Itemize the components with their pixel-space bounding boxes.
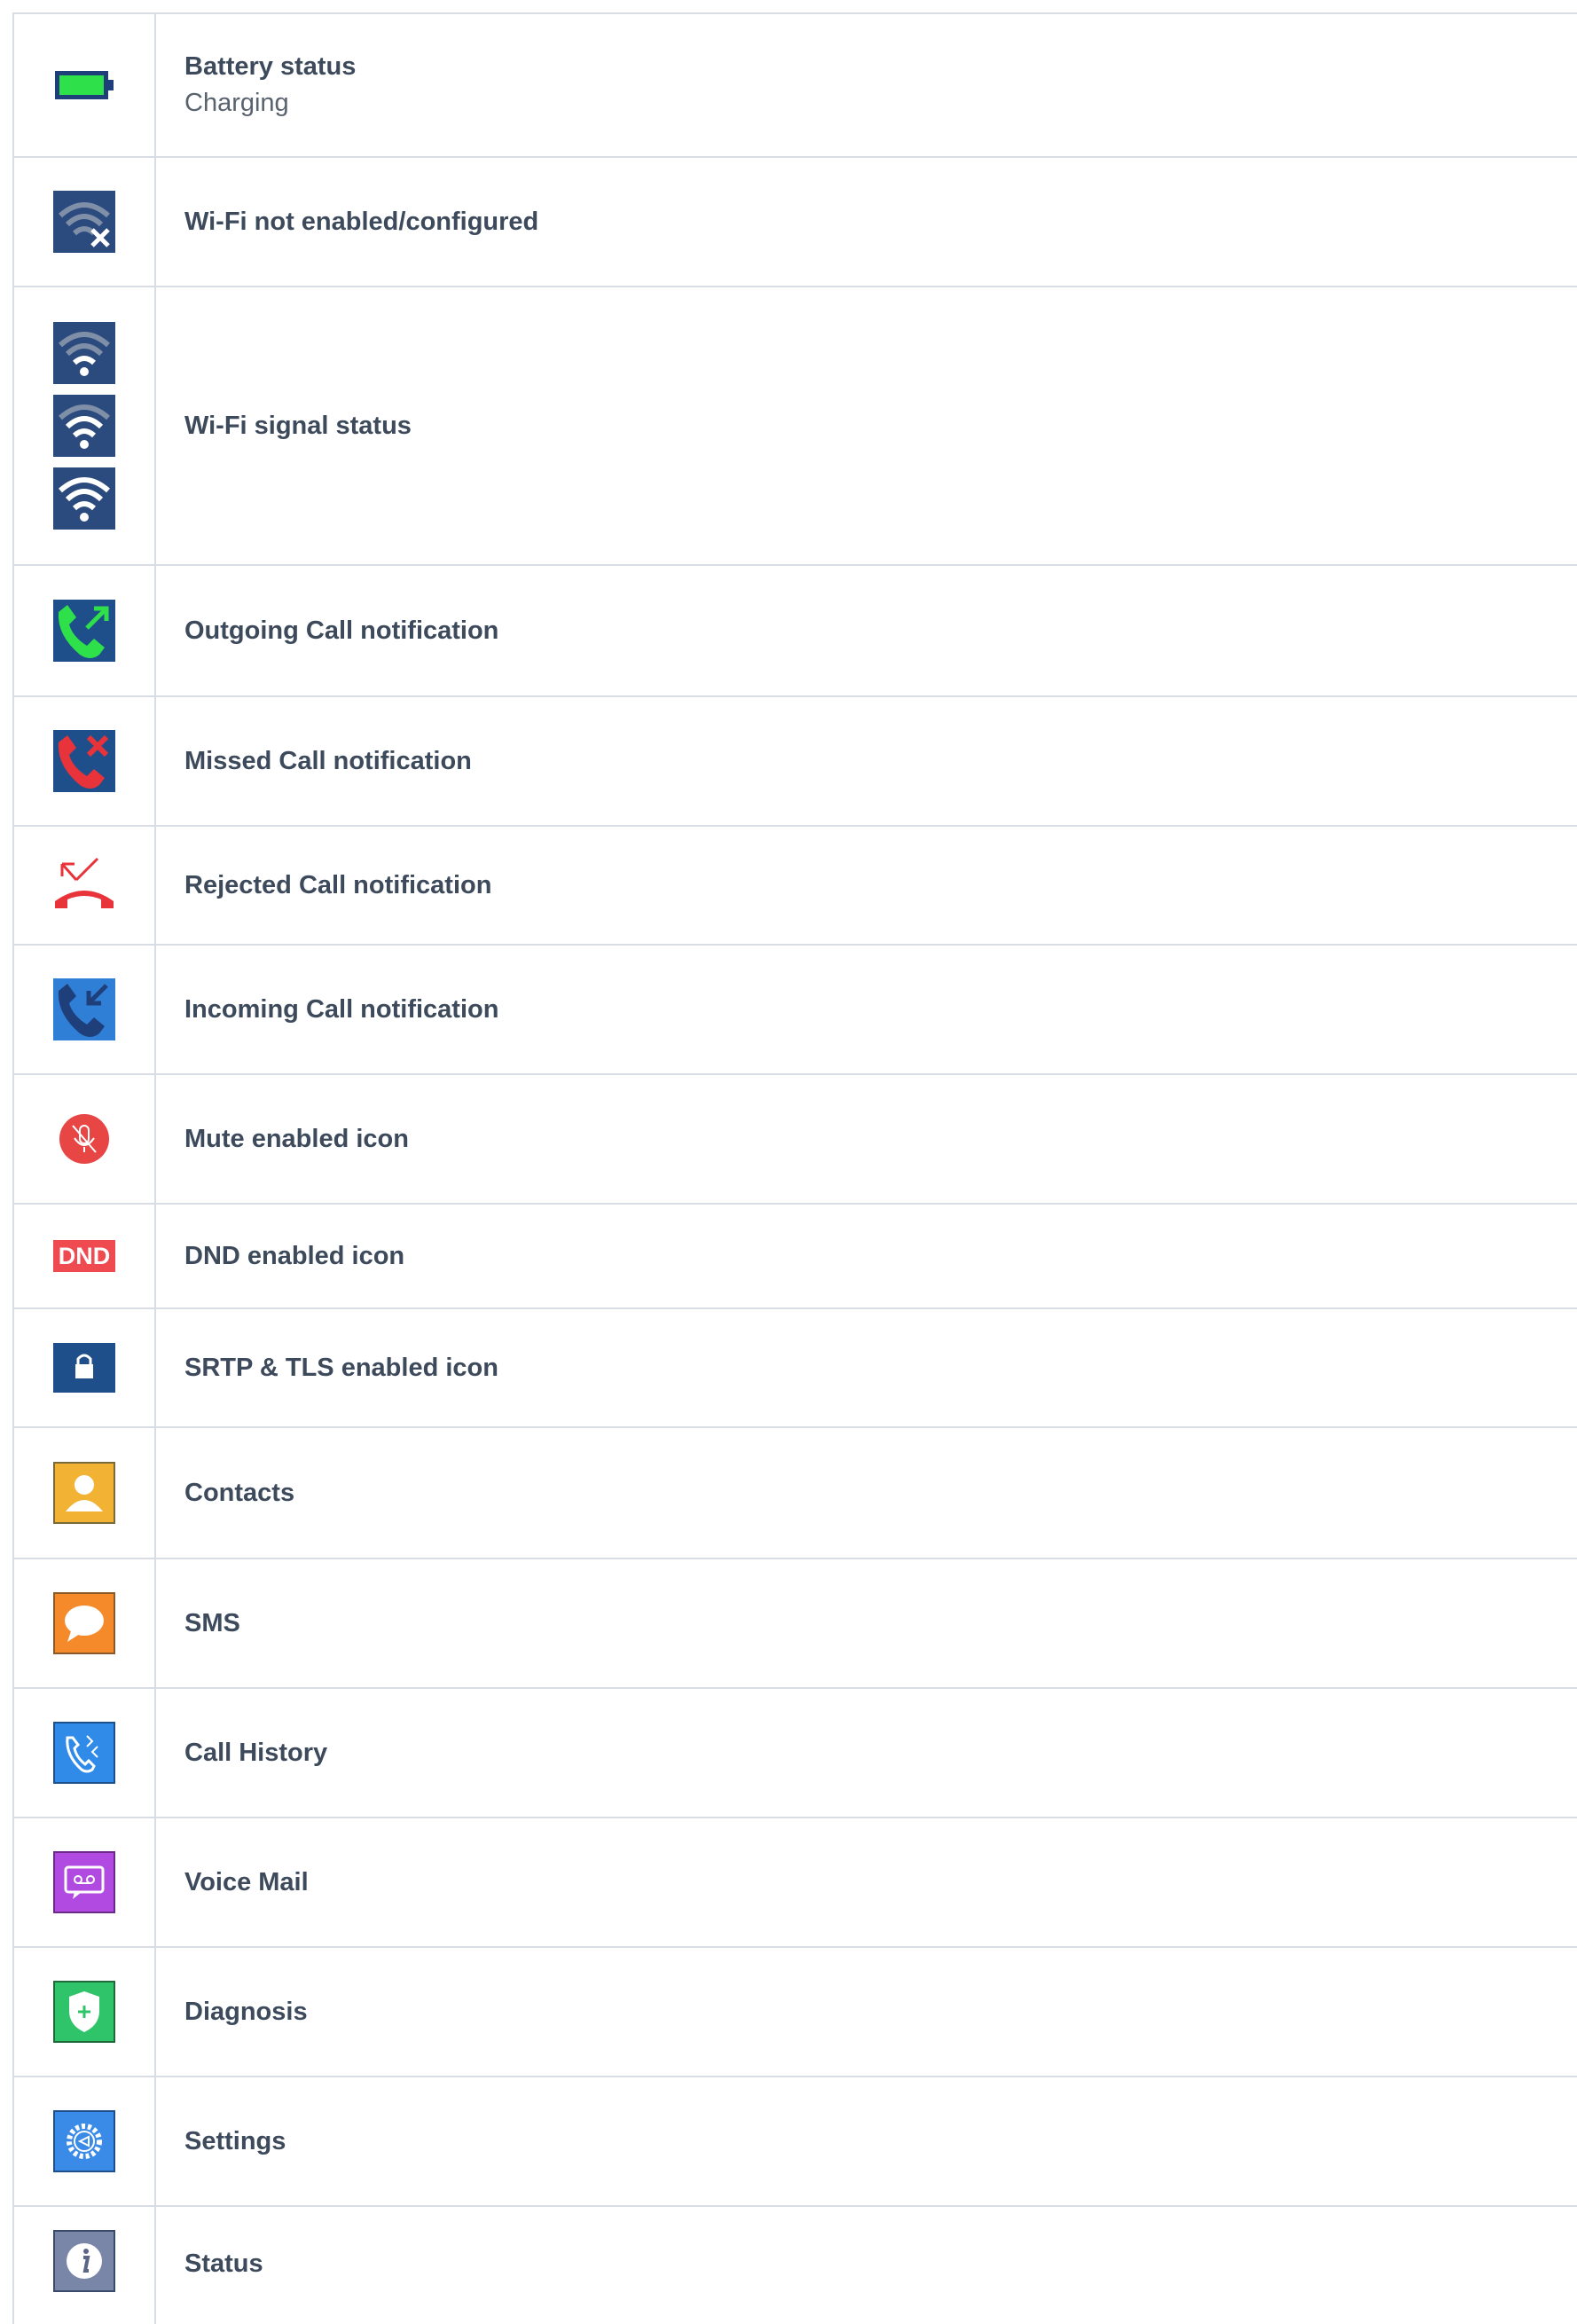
row-label: Rejected Call notification xyxy=(184,870,492,899)
row-label: Voice Mail xyxy=(184,1867,309,1896)
table-row: Incoming Call notification xyxy=(12,944,1577,1073)
table-row: SRTP & TLS enabled icon xyxy=(12,1307,1577,1426)
dnd-icon: DND xyxy=(52,1240,116,1272)
table-row: Voice Mail xyxy=(12,1817,1577,1946)
wifi-signal-medium-icon xyxy=(53,395,115,457)
row-label: Status xyxy=(184,2249,263,2278)
table-row: Settings xyxy=(12,2076,1577,2205)
table-row: Wi-Fi not enabled/configured xyxy=(12,156,1577,286)
sms-icon xyxy=(53,1592,115,1654)
table-row: Outgoing Call notification xyxy=(12,564,1577,695)
row-label: Outgoing Call notification xyxy=(184,616,499,645)
row-label: Incoming Call notification xyxy=(184,994,499,1024)
table-row: Wi-Fi signal status xyxy=(12,286,1577,564)
row-label: Battery status xyxy=(184,52,357,81)
lock-icon xyxy=(53,1343,115,1393)
wifi-signal-full-icon xyxy=(53,467,115,530)
call-history-icon xyxy=(53,1722,115,1784)
row-label: DND enabled icon xyxy=(184,1241,405,1270)
row-label: Missed Call notification xyxy=(184,746,472,775)
icon-cell xyxy=(12,14,156,156)
icon-cell xyxy=(12,946,156,1073)
mute-icon xyxy=(59,1113,110,1165)
icon-cell xyxy=(12,1818,156,1946)
icon-cell: DND xyxy=(12,1205,156,1307)
icon-cell xyxy=(12,1689,156,1817)
icon-cell xyxy=(12,1309,156,1426)
icon-cell xyxy=(12,827,156,944)
wifi-signal-low-icon xyxy=(53,322,115,384)
table-row: Call History xyxy=(12,1687,1577,1817)
table-row: Rejected Call notification xyxy=(12,825,1577,944)
diagnosis-icon xyxy=(53,1981,115,2043)
contacts-icon xyxy=(53,1462,115,1524)
settings-icon xyxy=(53,2110,115,2172)
table-row: Status xyxy=(12,2205,1577,2324)
battery-charging-icon xyxy=(53,67,115,103)
table-row: Missed Call notification xyxy=(12,695,1577,825)
row-label: Diagnosis xyxy=(184,1997,308,2026)
row-label: SRTP & TLS enabled icon xyxy=(184,1353,498,1382)
missed-call-icon xyxy=(53,730,115,792)
icon-cell xyxy=(12,1428,156,1558)
row-sublabel: Charging xyxy=(184,89,289,117)
row-label: Contacts xyxy=(184,1478,295,1507)
outgoing-call-icon xyxy=(53,600,115,662)
row-label: Mute enabled icon xyxy=(184,1124,409,1153)
table-row: SMS xyxy=(12,1558,1577,1687)
status-icon xyxy=(53,2230,115,2292)
icon-cell xyxy=(12,2207,156,2324)
table-row: DND DND enabled icon xyxy=(12,1203,1577,1307)
icon-cell xyxy=(12,566,156,695)
row-label: Wi-Fi signal status xyxy=(184,411,412,440)
table-row: Diagnosis xyxy=(12,1946,1577,2076)
icon-cell xyxy=(12,158,156,286)
icon-cell xyxy=(12,697,156,825)
row-label: Wi-Fi not enabled/configured xyxy=(184,207,539,236)
table-row: Contacts xyxy=(12,1426,1577,1558)
icon-cell xyxy=(12,287,156,564)
icon-cell xyxy=(12,2077,156,2205)
row-label: Settings xyxy=(184,2126,286,2155)
incoming-call-icon xyxy=(53,978,115,1040)
icon-cell xyxy=(12,1559,156,1687)
wifi-off-icon xyxy=(53,191,115,253)
row-label: SMS xyxy=(184,1608,240,1637)
table-row: Battery status Charging xyxy=(12,12,1577,156)
icon-cell xyxy=(12,1075,156,1203)
voicemail-icon xyxy=(53,1851,115,1913)
table-row: Mute enabled icon xyxy=(12,1073,1577,1203)
row-label: Call History xyxy=(184,1738,328,1767)
rejected-call-icon xyxy=(53,857,115,914)
icon-cell xyxy=(12,1948,156,2076)
